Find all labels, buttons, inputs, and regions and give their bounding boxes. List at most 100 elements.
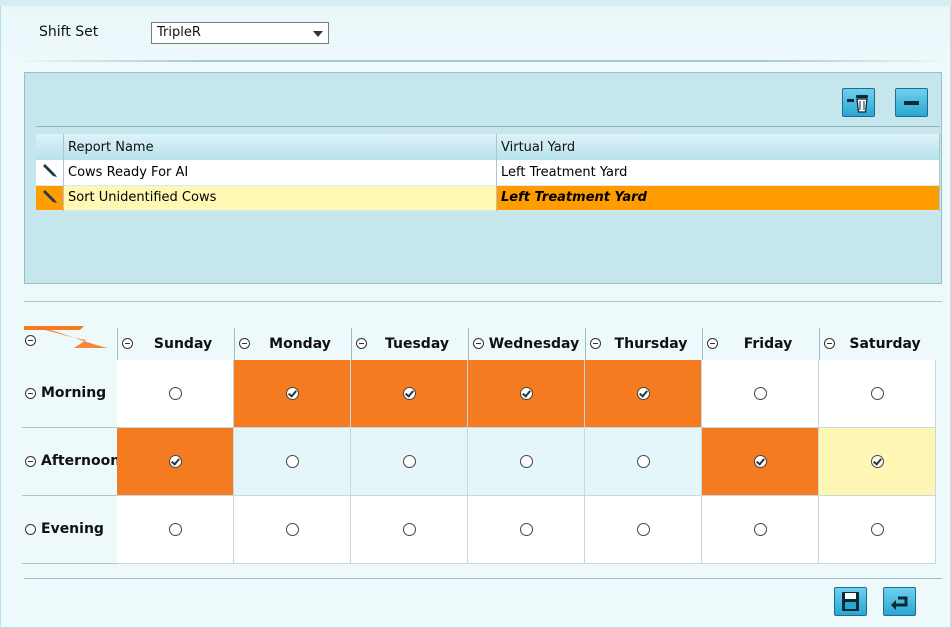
radio-checked-icon[interactable]	[286, 387, 299, 400]
schedule-grid: Sunday Monday Tuesday Wednesday Thursday Frid…	[22, 322, 943, 572]
column-header-report-name[interactable]: Report Name	[63, 134, 497, 160]
radio-empty-icon[interactable]	[25, 524, 36, 535]
schedule-cell[interactable]	[351, 496, 468, 564]
corner-arrow-icon	[24, 326, 108, 348]
schedule-cell[interactable]	[468, 496, 585, 564]
pencil-icon	[42, 164, 57, 178]
panel-divider	[36, 126, 940, 127]
table-header: Report Name Virtual Yard	[36, 134, 940, 160]
floppy-disk-icon	[842, 592, 859, 611]
radio-empty-icon[interactable]	[286, 455, 299, 468]
save-button[interactable]	[834, 587, 867, 616]
back-button[interactable]	[883, 587, 916, 616]
table-row[interactable]: Cows Ready For AI Left Treatment Yard	[36, 160, 940, 185]
row-divider	[22, 427, 117, 428]
radio-checked-icon[interactable]	[403, 387, 416, 400]
divider	[24, 301, 942, 302]
schedule-cell[interactable]	[819, 360, 936, 428]
radio-empty-icon[interactable]	[169, 523, 182, 536]
shift-set-label: Shift Set	[39, 24, 99, 40]
schedule-cell[interactable]	[702, 428, 819, 496]
return-arrow-icon	[891, 596, 908, 610]
radio-empty-icon[interactable]	[403, 455, 416, 468]
day-label: Wednesday	[488, 336, 580, 352]
day-label: Tuesday	[385, 336, 449, 352]
row-divider	[22, 563, 117, 564]
schedule-cell[interactable]	[234, 428, 351, 496]
schedule-cell[interactable]	[468, 360, 585, 428]
radio-empty-icon[interactable]	[520, 523, 533, 536]
edit-cell[interactable]	[36, 160, 64, 185]
radio-checked-icon[interactable]	[871, 455, 884, 468]
schedule-cell[interactable]	[585, 428, 702, 496]
toggle-shift-icon[interactable]	[25, 456, 36, 467]
schedule-cell[interactable]	[702, 360, 819, 428]
edit-cell[interactable]	[36, 185, 64, 210]
day-header-wednesday[interactable]: Wednesday	[468, 328, 585, 360]
shift-set-value: TripleR	[157, 25, 201, 40]
radio-empty-icon[interactable]	[754, 387, 767, 400]
schedule-cell[interactable]	[117, 496, 234, 564]
virtual-yard-cell: Left Treatment Yard	[496, 160, 940, 185]
day-header-friday[interactable]: Friday	[702, 328, 819, 360]
radio-checked-icon[interactable]	[754, 455, 767, 468]
day-label: Monday	[269, 336, 331, 352]
radio-checked-icon[interactable]	[520, 387, 533, 400]
shift-label: Evening	[41, 521, 104, 537]
schedule-cell[interactable]	[585, 360, 702, 428]
shift-header-afternoon[interactable]: Afternoon	[22, 453, 117, 473]
divider	[25, 60, 941, 62]
shift-header-morning[interactable]: Morning	[22, 385, 117, 405]
schedule-cell[interactable]	[468, 428, 585, 496]
schedule-cell[interactable]	[351, 360, 468, 428]
trash-icon	[847, 95, 868, 113]
radio-empty-icon[interactable]	[520, 455, 533, 468]
day-header-monday[interactable]: Monday	[234, 328, 351, 360]
radio-checked-icon[interactable]	[169, 455, 182, 468]
column-header-virtual-yard[interactable]: Virtual Yard	[496, 134, 940, 160]
day-label: Saturday	[849, 336, 921, 352]
schedule-cell[interactable]	[702, 496, 819, 564]
radio-empty-icon[interactable]	[403, 523, 416, 536]
radio-empty-icon[interactable]	[637, 455, 650, 468]
radio-empty-icon[interactable]	[871, 387, 884, 400]
schedule-cell[interactable]	[117, 428, 234, 496]
delete-button[interactable]	[842, 88, 875, 117]
day-label: Sunday	[153, 336, 213, 352]
radio-empty-icon[interactable]	[871, 523, 884, 536]
schedule-cell[interactable]	[585, 496, 702, 564]
toggle-all-icon[interactable]	[25, 335, 36, 346]
chevron-down-icon	[313, 31, 323, 37]
report-table: Report Name Virtual Yard Cows Ready For …	[36, 134, 940, 211]
radio-checked-icon[interactable]	[637, 387, 650, 400]
schedule-cell[interactable]	[819, 428, 936, 496]
top-strip	[0, 0, 951, 6]
footer-divider	[24, 578, 942, 579]
schedule-cell[interactable]	[234, 496, 351, 564]
schedule-cell[interactable]	[819, 496, 936, 564]
day-header-sunday[interactable]: Sunday	[117, 328, 234, 360]
toggle-all-corner[interactable]	[22, 322, 117, 360]
radio-empty-icon[interactable]	[637, 523, 650, 536]
schedule-cell[interactable]	[234, 360, 351, 428]
shift-label: Morning	[41, 385, 107, 401]
row-divider	[22, 495, 117, 496]
shift-set-select[interactable]: TripleR	[151, 22, 329, 44]
minus-icon	[904, 101, 919, 105]
shift-header-evening[interactable]: Evening	[22, 521, 117, 541]
radio-empty-icon[interactable]	[754, 523, 767, 536]
pencil-icon	[42, 189, 57, 203]
radio-empty-icon[interactable]	[286, 523, 299, 536]
schedule-cell[interactable]	[351, 428, 468, 496]
table-row[interactable]: Sort Unidentified Cows Left Treatment Ya…	[36, 185, 940, 210]
report-name-cell: Cows Ready For AI	[63, 160, 497, 185]
schedule-cell[interactable]	[117, 360, 234, 428]
day-label: Thursday	[614, 336, 688, 352]
day-header-saturday[interactable]: Saturday	[819, 328, 936, 360]
day-header-tuesday[interactable]: Tuesday	[351, 328, 468, 360]
header-icon-cell	[36, 134, 64, 160]
remove-button[interactable]	[895, 88, 928, 117]
toggle-shift-icon[interactable]	[25, 388, 36, 399]
day-header-thursday[interactable]: Thursday	[585, 328, 702, 360]
radio-empty-icon[interactable]	[169, 387, 182, 400]
